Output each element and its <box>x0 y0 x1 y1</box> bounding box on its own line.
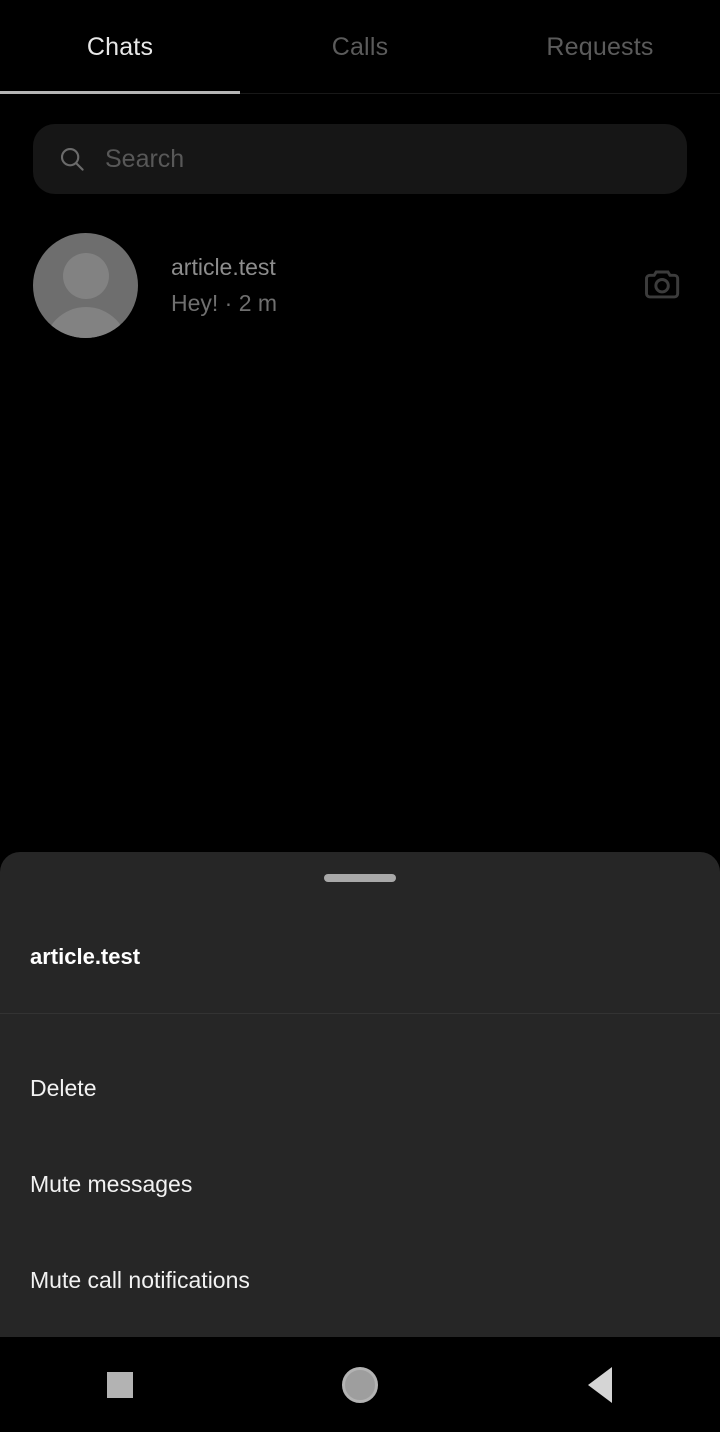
menu-item-delete-label: Delete <box>30 1074 97 1101</box>
drag-handle[interactable] <box>324 874 396 882</box>
tab-calls[interactable]: Calls <box>240 0 480 95</box>
tab-requests[interactable]: Requests <box>480 0 720 95</box>
menu-item-mute-call-notifications[interactable]: Mute call notifications <box>0 1232 720 1328</box>
tab-bar: Chats Calls Requests <box>0 0 720 95</box>
search-icon <box>55 142 89 176</box>
bottom-sheet-divider <box>0 1013 720 1014</box>
android-nav-bar <box>0 1337 720 1432</box>
menu-item-mute-call-notifications-label: Mute call notifications <box>30 1266 250 1293</box>
chat-item-text: article.test Hey! · 2 m <box>171 251 639 319</box>
avatar-body <box>43 306 128 338</box>
tab-calls-label: Calls <box>331 33 389 61</box>
app-screen: Chats Calls Requests Search article.test… <box>0 0 720 1432</box>
square-icon <box>107 1371 133 1398</box>
nav-back-button[interactable] <box>540 1337 660 1432</box>
menu-item-mute-messages-label: Mute messages <box>30 1170 193 1197</box>
nav-home-button[interactable] <box>300 1337 420 1432</box>
nav-recents-button[interactable] <box>60 1337 180 1432</box>
bottom-sheet-title: article.test <box>30 944 141 969</box>
chat-item-preview: Hey! · 2 m <box>171 290 278 316</box>
search-input[interactable]: Search <box>105 145 184 174</box>
tab-chats[interactable]: Chats <box>0 0 240 95</box>
menu-item-delete[interactable]: Delete <box>0 1040 720 1136</box>
tab-requests-label: Requests <box>546 33 654 61</box>
bottom-sheet-menu: Delete Mute messages Mute call notificat… <box>0 1040 720 1328</box>
active-tab-indicator <box>0 91 240 94</box>
chat-list-item[interactable]: article.test Hey! · 2 m <box>0 228 720 342</box>
camera-icon[interactable] <box>639 261 687 309</box>
triangle-left-icon <box>588 1366 612 1403</box>
avatar-head <box>62 252 109 299</box>
tab-chats-label: Chats <box>86 33 154 61</box>
menu-item-mute-messages[interactable]: Mute messages <box>0 1136 720 1232</box>
circle-icon <box>342 1366 378 1403</box>
avatar <box>33 232 138 338</box>
chat-item-username: article.test <box>171 254 276 280</box>
search-bar[interactable]: Search <box>33 124 687 194</box>
